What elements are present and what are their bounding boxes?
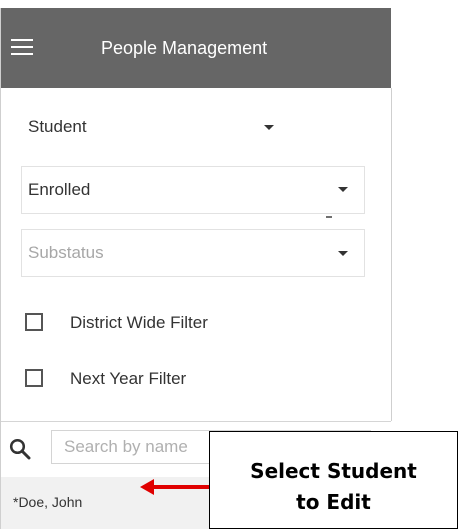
annotation-line-1: Select Student xyxy=(250,459,417,483)
next-year-filter-label: Next Year Filter xyxy=(70,369,187,388)
student-name: *Doe, John xyxy=(13,494,83,510)
district-wide-filter-label: District Wide Filter xyxy=(70,313,208,332)
district-wide-filter-checkbox[interactable] xyxy=(25,313,43,331)
filter-area: Student Enrolled Substatus District Wide… xyxy=(1,88,392,421)
substatus-select[interactable]: Substatus xyxy=(21,229,365,277)
next-year-filter-checkbox[interactable] xyxy=(25,369,43,387)
annotation-callout: Select Student to Edit xyxy=(209,431,458,529)
chevron-down-icon xyxy=(264,125,274,130)
page-title: People Management xyxy=(101,38,268,58)
district-wide-filter-row: District Wide Filter xyxy=(1,303,391,343)
person-type-select-value: Student xyxy=(28,117,87,136)
person-type-select[interactable]: Student xyxy=(21,105,292,149)
annotation-arrow-icon xyxy=(140,479,218,495)
chevron-down-icon xyxy=(338,187,348,192)
chevron-down-icon xyxy=(338,251,348,256)
enrollment-status-select-value: Enrolled xyxy=(28,180,91,199)
app-header: People Management xyxy=(1,8,391,88)
menu-icon[interactable] xyxy=(11,36,37,60)
annotation-line-2: to Edit xyxy=(296,490,371,514)
next-year-filter-row: Next Year Filter xyxy=(1,359,391,399)
enrollment-status-select[interactable]: Enrolled xyxy=(21,166,365,214)
substatus-select-placeholder: Substatus xyxy=(28,243,104,262)
search-icon[interactable] xyxy=(9,438,31,460)
